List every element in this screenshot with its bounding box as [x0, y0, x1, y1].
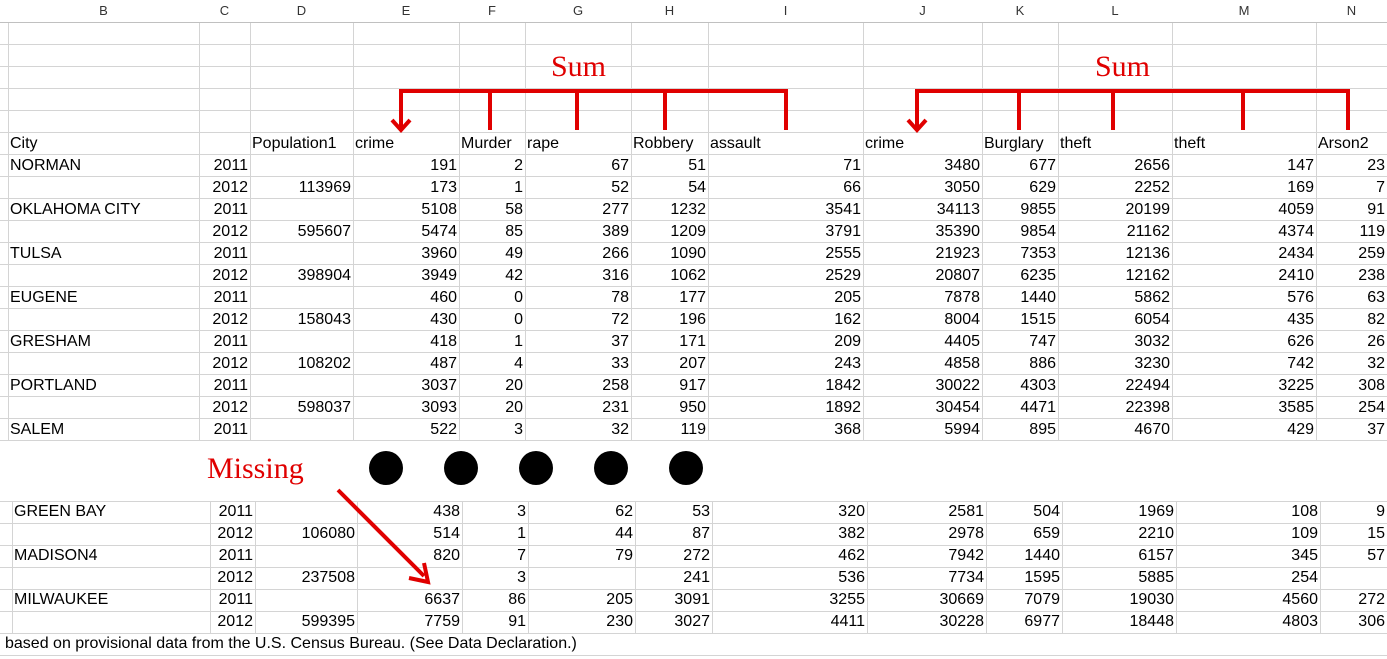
ellipsis-dot: [444, 451, 478, 485]
ellipsis-dot: [519, 451, 553, 485]
sum-bracket-left: [390, 89, 788, 133]
missing-arrow: [336, 488, 431, 585]
ellipsis-dot: [369, 451, 403, 485]
sum-bracket-right: [906, 89, 1350, 133]
ellipsis-dot: [669, 451, 703, 485]
sum-label-left: Sum: [551, 50, 607, 83]
sum-label-right: Sum: [1095, 50, 1151, 83]
spreadsheet[interactable]: BCDEFGHIJKLMN City Population1 crime Murder…: [0, 0, 1387, 659]
missing-label: Missing: [207, 452, 304, 485]
annotation-overlay: [336, 89, 1350, 585]
ellipsis-dot: [594, 451, 628, 485]
